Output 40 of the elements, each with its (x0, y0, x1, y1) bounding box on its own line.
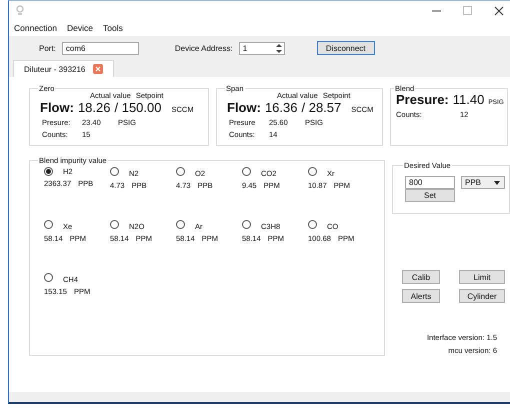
menu-item[interactable]: Device (67, 23, 93, 33)
pressure-value: 11.40 (452, 92, 484, 107)
port-field[interactable]: com6 (62, 42, 139, 54)
flow-setpoint-value: / 28.57 (301, 100, 342, 115)
address-label: Device Address: (174, 44, 233, 52)
pressure-label: Presure: (396, 92, 449, 107)
radio-button[interactable] (308, 220, 317, 229)
radio-button[interactable] (176, 220, 185, 229)
dropdown-caret-icon (494, 180, 500, 184)
flow-actual-value: 18.26 (78, 100, 110, 115)
close-tab-icon[interactable] (93, 64, 104, 74)
action-button[interactable]: Calib (402, 270, 440, 284)
port-label: Port: (39, 44, 56, 52)
flow-label: Flow: (227, 100, 261, 115)
flow-setpoint-value: / 150.00 (114, 100, 162, 115)
set-button[interactable]: Set (405, 189, 455, 202)
menu-item[interactable]: Connection (14, 23, 58, 33)
app-icon (15, 5, 25, 16)
flow-label: Flow: (40, 100, 74, 115)
radio-button[interactable] (176, 167, 185, 176)
tab[interactable]: Diluteur - 393216 (13, 60, 114, 77)
menu-item[interactable]: Tools (103, 23, 123, 33)
flow-actual-value: 16.36 (264, 100, 298, 115)
radio-button[interactable] (44, 167, 53, 176)
action-button[interactable]: Alerts (402, 289, 440, 303)
spin-arrows-icon[interactable] (274, 42, 283, 54)
radio-button[interactable] (308, 167, 317, 176)
radio-button[interactable] (44, 220, 53, 229)
radio-button[interactable] (110, 167, 119, 176)
radio-button[interactable] (242, 220, 251, 229)
action-button[interactable]: Limit (459, 270, 505, 284)
disconnect-button[interactable]: Disconnect (316, 41, 375, 55)
unit-dropdown[interactable]: PPB (461, 176, 505, 189)
close-icon[interactable] (494, 6, 504, 16)
desired-value-field[interactable]: 800 (405, 176, 455, 189)
action-button[interactable]: Cylinder (459, 289, 505, 303)
radio-button[interactable] (242, 167, 251, 176)
radio-button[interactable] (44, 273, 53, 282)
radio-button[interactable] (110, 220, 119, 229)
address-spinbox[interactable]: 1 (238, 42, 285, 54)
